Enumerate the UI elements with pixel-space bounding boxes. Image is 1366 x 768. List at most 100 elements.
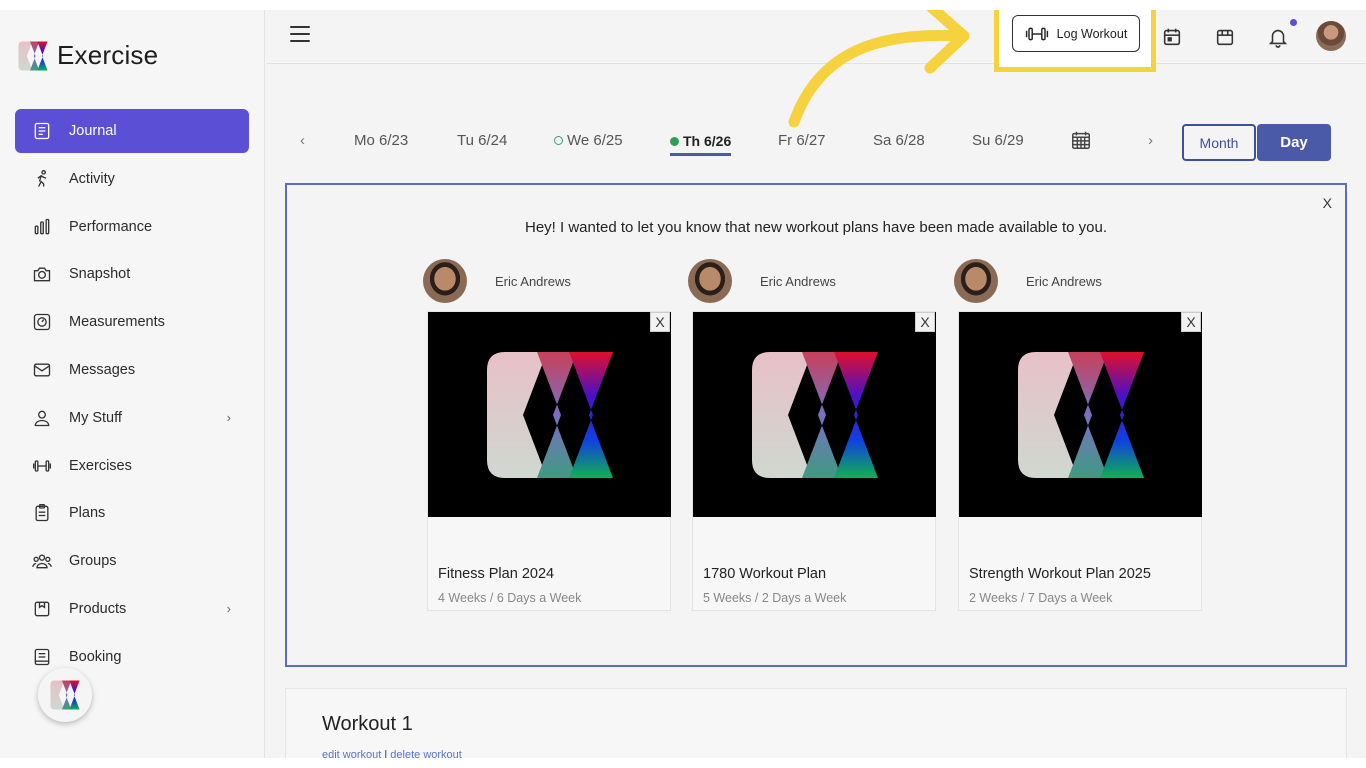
plan-duration: 4 Weeks / 6 Days a Week bbox=[438, 591, 582, 605]
sidebar-item-label: Journal bbox=[69, 123, 117, 139]
brand-logo-icon bbox=[1016, 350, 1146, 480]
sidebar-item-products[interactable]: Products › bbox=[15, 587, 249, 631]
user-icon bbox=[31, 407, 53, 429]
sidebar-item-label: Activity bbox=[69, 170, 115, 187]
app-window: Exercise Journal Activity Performance Sn… bbox=[0, 10, 1366, 758]
floating-brand-button[interactable] bbox=[38, 668, 92, 722]
plan-image bbox=[428, 312, 671, 517]
plan-author: Eric Andrews bbox=[423, 259, 571, 303]
day-th-6-26[interactable]: Th 6/26 bbox=[670, 133, 732, 156]
calendar-picker-icon[interactable] bbox=[1070, 129, 1092, 151]
next-week-button[interactable]: › bbox=[1148, 132, 1153, 149]
notification-dot bbox=[1290, 19, 1297, 26]
brand-logo-icon bbox=[750, 350, 880, 480]
plan-author: Eric Andrews bbox=[954, 259, 1102, 303]
brand-logo-icon bbox=[18, 41, 48, 71]
edit-workout-link[interactable]: edit workout bbox=[322, 749, 381, 758]
brand-name: Exercise bbox=[57, 40, 159, 70]
clipboard-icon bbox=[31, 502, 53, 524]
author-name: Eric Andrews bbox=[1026, 273, 1102, 289]
workout-filled-dot bbox=[670, 137, 679, 146]
plan-card[interactable]: Eric Andrews X Fitness Plan 2024 4 Weeks… bbox=[423, 259, 671, 611]
day-we-6-25[interactable]: We 6/25 bbox=[554, 132, 623, 149]
store-icon[interactable] bbox=[1214, 26, 1236, 48]
plan-image bbox=[959, 312, 1202, 517]
sidebar-item-measurements[interactable]: Measurements bbox=[15, 300, 249, 344]
avatar[interactable] bbox=[1316, 21, 1346, 51]
sidebar-item-label: Snapshot bbox=[69, 266, 131, 283]
author-avatar bbox=[954, 259, 998, 303]
close-announcement-button[interactable]: X bbox=[1323, 195, 1332, 211]
day-su-6-29[interactable]: Su 6/29 bbox=[972, 132, 1024, 149]
sidebar-item-label: My Stuff bbox=[69, 409, 122, 426]
sidebar-item-snapshot[interactable]: Snapshot bbox=[15, 252, 249, 296]
calendar-icon[interactable] bbox=[1161, 26, 1183, 48]
log-workout-highlight: Log Workout bbox=[994, 10, 1156, 72]
sidebar-item-label: Products bbox=[69, 600, 127, 617]
sidebar-item-label: Measurements bbox=[69, 314, 165, 331]
product-icon bbox=[31, 598, 53, 620]
author-avatar bbox=[688, 259, 732, 303]
chevron-right-icon: › bbox=[226, 600, 231, 616]
sidebar-item-plans[interactable]: Plans bbox=[15, 491, 249, 535]
sidebar-item-activity[interactable]: Activity bbox=[15, 157, 249, 201]
brand[interactable]: Exercise bbox=[18, 40, 158, 71]
workout-open-dot bbox=[554, 136, 563, 145]
sidebar-item-journal[interactable]: Journal bbox=[15, 109, 249, 153]
previous-week-button[interactable]: ‹ bbox=[300, 132, 305, 149]
link-separator: | bbox=[384, 749, 388, 758]
dumbbell-icon bbox=[31, 455, 53, 477]
day-tu-6-24[interactable]: Tu 6/24 bbox=[457, 132, 507, 149]
bell-icon[interactable] bbox=[1267, 26, 1289, 48]
sidebar-item-label: Exercises bbox=[69, 457, 132, 474]
sidebar: Exercise Journal Activity Performance Sn… bbox=[0, 10, 265, 758]
booking-icon bbox=[31, 646, 53, 668]
workout-actions: edit workout | delete workout bbox=[322, 749, 462, 758]
menu-toggle-button[interactable] bbox=[290, 26, 310, 44]
sidebar-item-exercises[interactable]: Exercises bbox=[15, 444, 249, 488]
plan-duration: 5 Weeks / 2 Days a Week bbox=[703, 591, 847, 605]
group-icon bbox=[31, 550, 53, 572]
month-view-button[interactable]: Month bbox=[1182, 124, 1256, 161]
day-strip: ‹ Mo 6/23 Tu 6/24 We 6/25 Th 6/26 Fr 6/2… bbox=[266, 120, 1366, 164]
plan-card[interactable]: Eric Andrews X 1780 Workout Plan 5 Weeks… bbox=[688, 259, 936, 611]
day-fr-6-27[interactable]: Fr 6/27 bbox=[778, 132, 826, 149]
day-mo-6-23[interactable]: Mo 6/23 bbox=[354, 132, 408, 149]
plan-card[interactable]: Eric Andrews X Strength Workout Plan 202… bbox=[954, 259, 1202, 611]
dismiss-plan-button[interactable]: X bbox=[1181, 312, 1201, 332]
day-label: We 6/25 bbox=[567, 132, 623, 149]
performance-icon bbox=[31, 216, 53, 238]
plan-duration: 2 Weeks / 7 Days a Week bbox=[969, 591, 1113, 605]
plan-author: Eric Andrews bbox=[688, 259, 836, 303]
delete-workout-link[interactable]: delete workout bbox=[390, 749, 462, 758]
sidebar-item-groups[interactable]: Groups bbox=[15, 539, 249, 583]
measurements-icon bbox=[31, 311, 53, 333]
sidebar-item-messages[interactable]: Messages bbox=[15, 348, 249, 392]
sidebar-nav: Journal Activity Performance Snapshot Me… bbox=[15, 109, 249, 683]
log-workout-button[interactable]: Log Workout bbox=[1012, 15, 1140, 52]
sidebar-item-label: Groups bbox=[69, 553, 117, 570]
brand-logo-icon bbox=[485, 350, 615, 480]
day-view-button[interactable]: Day bbox=[1257, 124, 1331, 161]
sidebar-item-my-stuff[interactable]: My Stuff › bbox=[15, 396, 249, 440]
mail-icon bbox=[31, 359, 53, 381]
dumbbell-icon bbox=[1025, 27, 1048, 40]
dismiss-plan-button[interactable]: X bbox=[650, 312, 670, 332]
plan-title: Strength Workout Plan 2025 bbox=[969, 566, 1151, 582]
hamburger-line bbox=[290, 40, 310, 42]
plan-title: 1780 Workout Plan bbox=[703, 566, 827, 582]
sidebar-item-label: Performance bbox=[69, 218, 153, 235]
log-workout-label: Log Workout bbox=[1056, 26, 1128, 41]
workout-card: Workout 1 edit workout | delete workout bbox=[285, 688, 1347, 758]
activity-icon bbox=[31, 168, 53, 190]
day-label: Th 6/26 bbox=[683, 133, 732, 149]
hamburger-line bbox=[290, 26, 310, 28]
new-plans-announcement: X Hey! I wanted to let you know that new… bbox=[285, 183, 1347, 667]
day-sa-6-28[interactable]: Sa 6/28 bbox=[873, 132, 925, 149]
dismiss-plan-button[interactable]: X bbox=[915, 312, 935, 332]
plan-image bbox=[693, 312, 936, 517]
sidebar-item-performance[interactable]: Performance bbox=[15, 205, 249, 249]
brand-logo-icon bbox=[50, 680, 80, 710]
sidebar-item-label: Booking bbox=[69, 648, 122, 665]
camera-icon bbox=[31, 263, 53, 285]
